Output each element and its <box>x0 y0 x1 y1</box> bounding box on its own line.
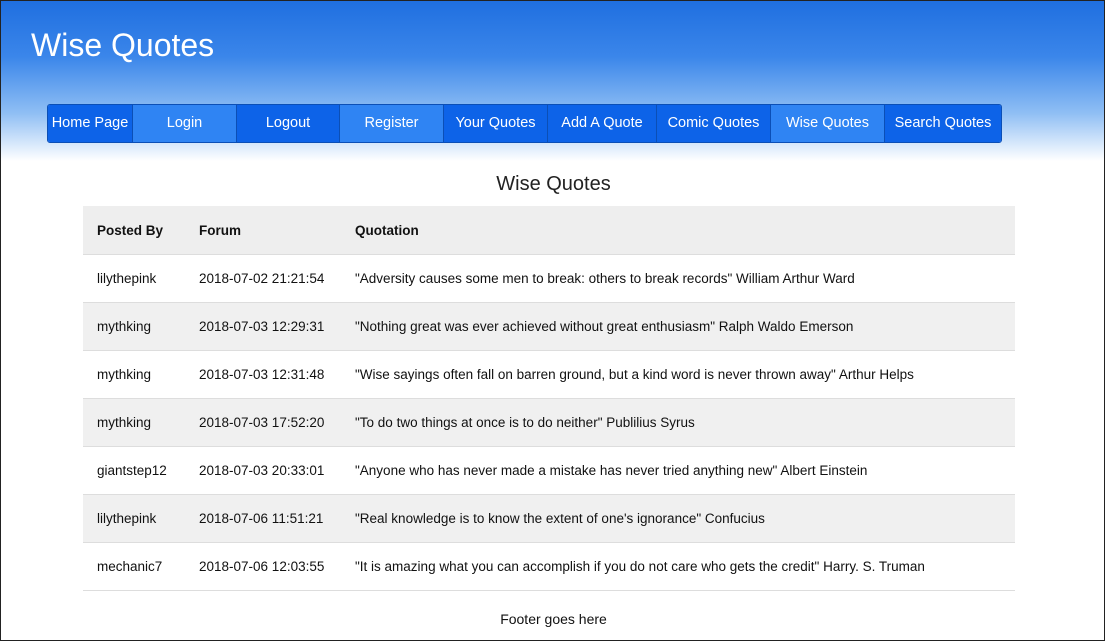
site-header: Wise Quotes Home Page Login Logout Regis… <box>1 1 1104 161</box>
page-footer: Footer goes here <box>500 611 607 627</box>
table-row: mythking 2018-07-03 12:31:48 "Wise sayin… <box>83 350 1015 399</box>
table-row: lilythepink 2018-07-02 21:21:54 "Adversi… <box>83 254 1015 303</box>
table-row: mechanic7 2018-07-06 12:03:55 "It is ama… <box>83 542 1015 591</box>
nav-login[interactable]: Login <box>133 105 237 142</box>
cell-forum: 2018-07-02 21:21:54 <box>185 254 341 303</box>
cell-quotation: "Wise sayings often fall on barren groun… <box>341 350 1015 399</box>
page-frame: Wise Quotes Home Page Login Logout Regis… <box>0 0 1105 641</box>
nav-home-page[interactable]: Home Page <box>48 105 133 142</box>
cell-forum: 2018-07-06 12:03:55 <box>185 542 341 591</box>
nav-register[interactable]: Register <box>340 105 444 142</box>
table-row: giantstep12 2018-07-03 20:33:01 "Anyone … <box>83 446 1015 495</box>
nav-search-quotes[interactable]: Search Quotes <box>885 105 1001 142</box>
nav-comic-quotes[interactable]: Comic Quotes <box>657 105 771 142</box>
cell-posted-by: mythking <box>83 398 185 447</box>
table-row: lilythepink 2018-07-06 11:51:21 "Real kn… <box>83 494 1015 543</box>
main-nav: Home Page Login Logout Register Your Quo… <box>47 104 1002 143</box>
cell-quotation: "It is amazing what you can accomplish i… <box>341 542 1015 591</box>
nav-wise-quotes[interactable]: Wise Quotes <box>771 105 885 142</box>
cell-forum: 2018-07-03 20:33:01 <box>185 446 341 495</box>
cell-quotation: "Nothing great was ever achieved without… <box>341 302 1015 351</box>
column-header-quotation: Quotation <box>341 206 1015 255</box>
nav-add-a-quote[interactable]: Add A Quote <box>548 105 657 142</box>
cell-posted-by: mechanic7 <box>83 542 185 591</box>
nav-your-quotes[interactable]: Your Quotes <box>444 105 548 142</box>
table-row: mythking 2018-07-03 12:29:31 "Nothing gr… <box>83 302 1015 351</box>
nav-logout[interactable]: Logout <box>237 105 340 142</box>
cell-quotation: "Anyone who has never made a mistake has… <box>341 446 1015 495</box>
cell-posted-by: mythking <box>83 350 185 399</box>
cell-forum: 2018-07-03 17:52:20 <box>185 398 341 447</box>
cell-quotation: "To do two things at once is to do neith… <box>341 398 1015 447</box>
cell-posted-by: lilythepink <box>83 254 185 303</box>
quotes-table: Posted By Forum Quotation lilythepink 20… <box>83 206 1015 591</box>
site-title: Wise Quotes <box>31 27 215 63</box>
cell-posted-by: lilythepink <box>83 494 185 543</box>
cell-quotation: "Real knowledge is to know the extent of… <box>341 494 1015 543</box>
cell-posted-by: mythking <box>83 302 185 351</box>
cell-forum: 2018-07-03 12:29:31 <box>185 302 341 351</box>
table-header-row: Posted By Forum Quotation <box>83 206 1015 255</box>
column-header-forum: Forum <box>185 206 341 255</box>
column-header-posted-by: Posted By <box>83 206 185 255</box>
cell-posted-by: giantstep12 <box>83 446 185 495</box>
table-row: mythking 2018-07-03 17:52:20 "To do two … <box>83 398 1015 447</box>
cell-quotation: "Adversity causes some men to break: oth… <box>341 254 1015 303</box>
page-title: Wise Quotes <box>496 173 611 195</box>
cell-forum: 2018-07-06 11:51:21 <box>185 494 341 543</box>
cell-forum: 2018-07-03 12:31:48 <box>185 350 341 399</box>
